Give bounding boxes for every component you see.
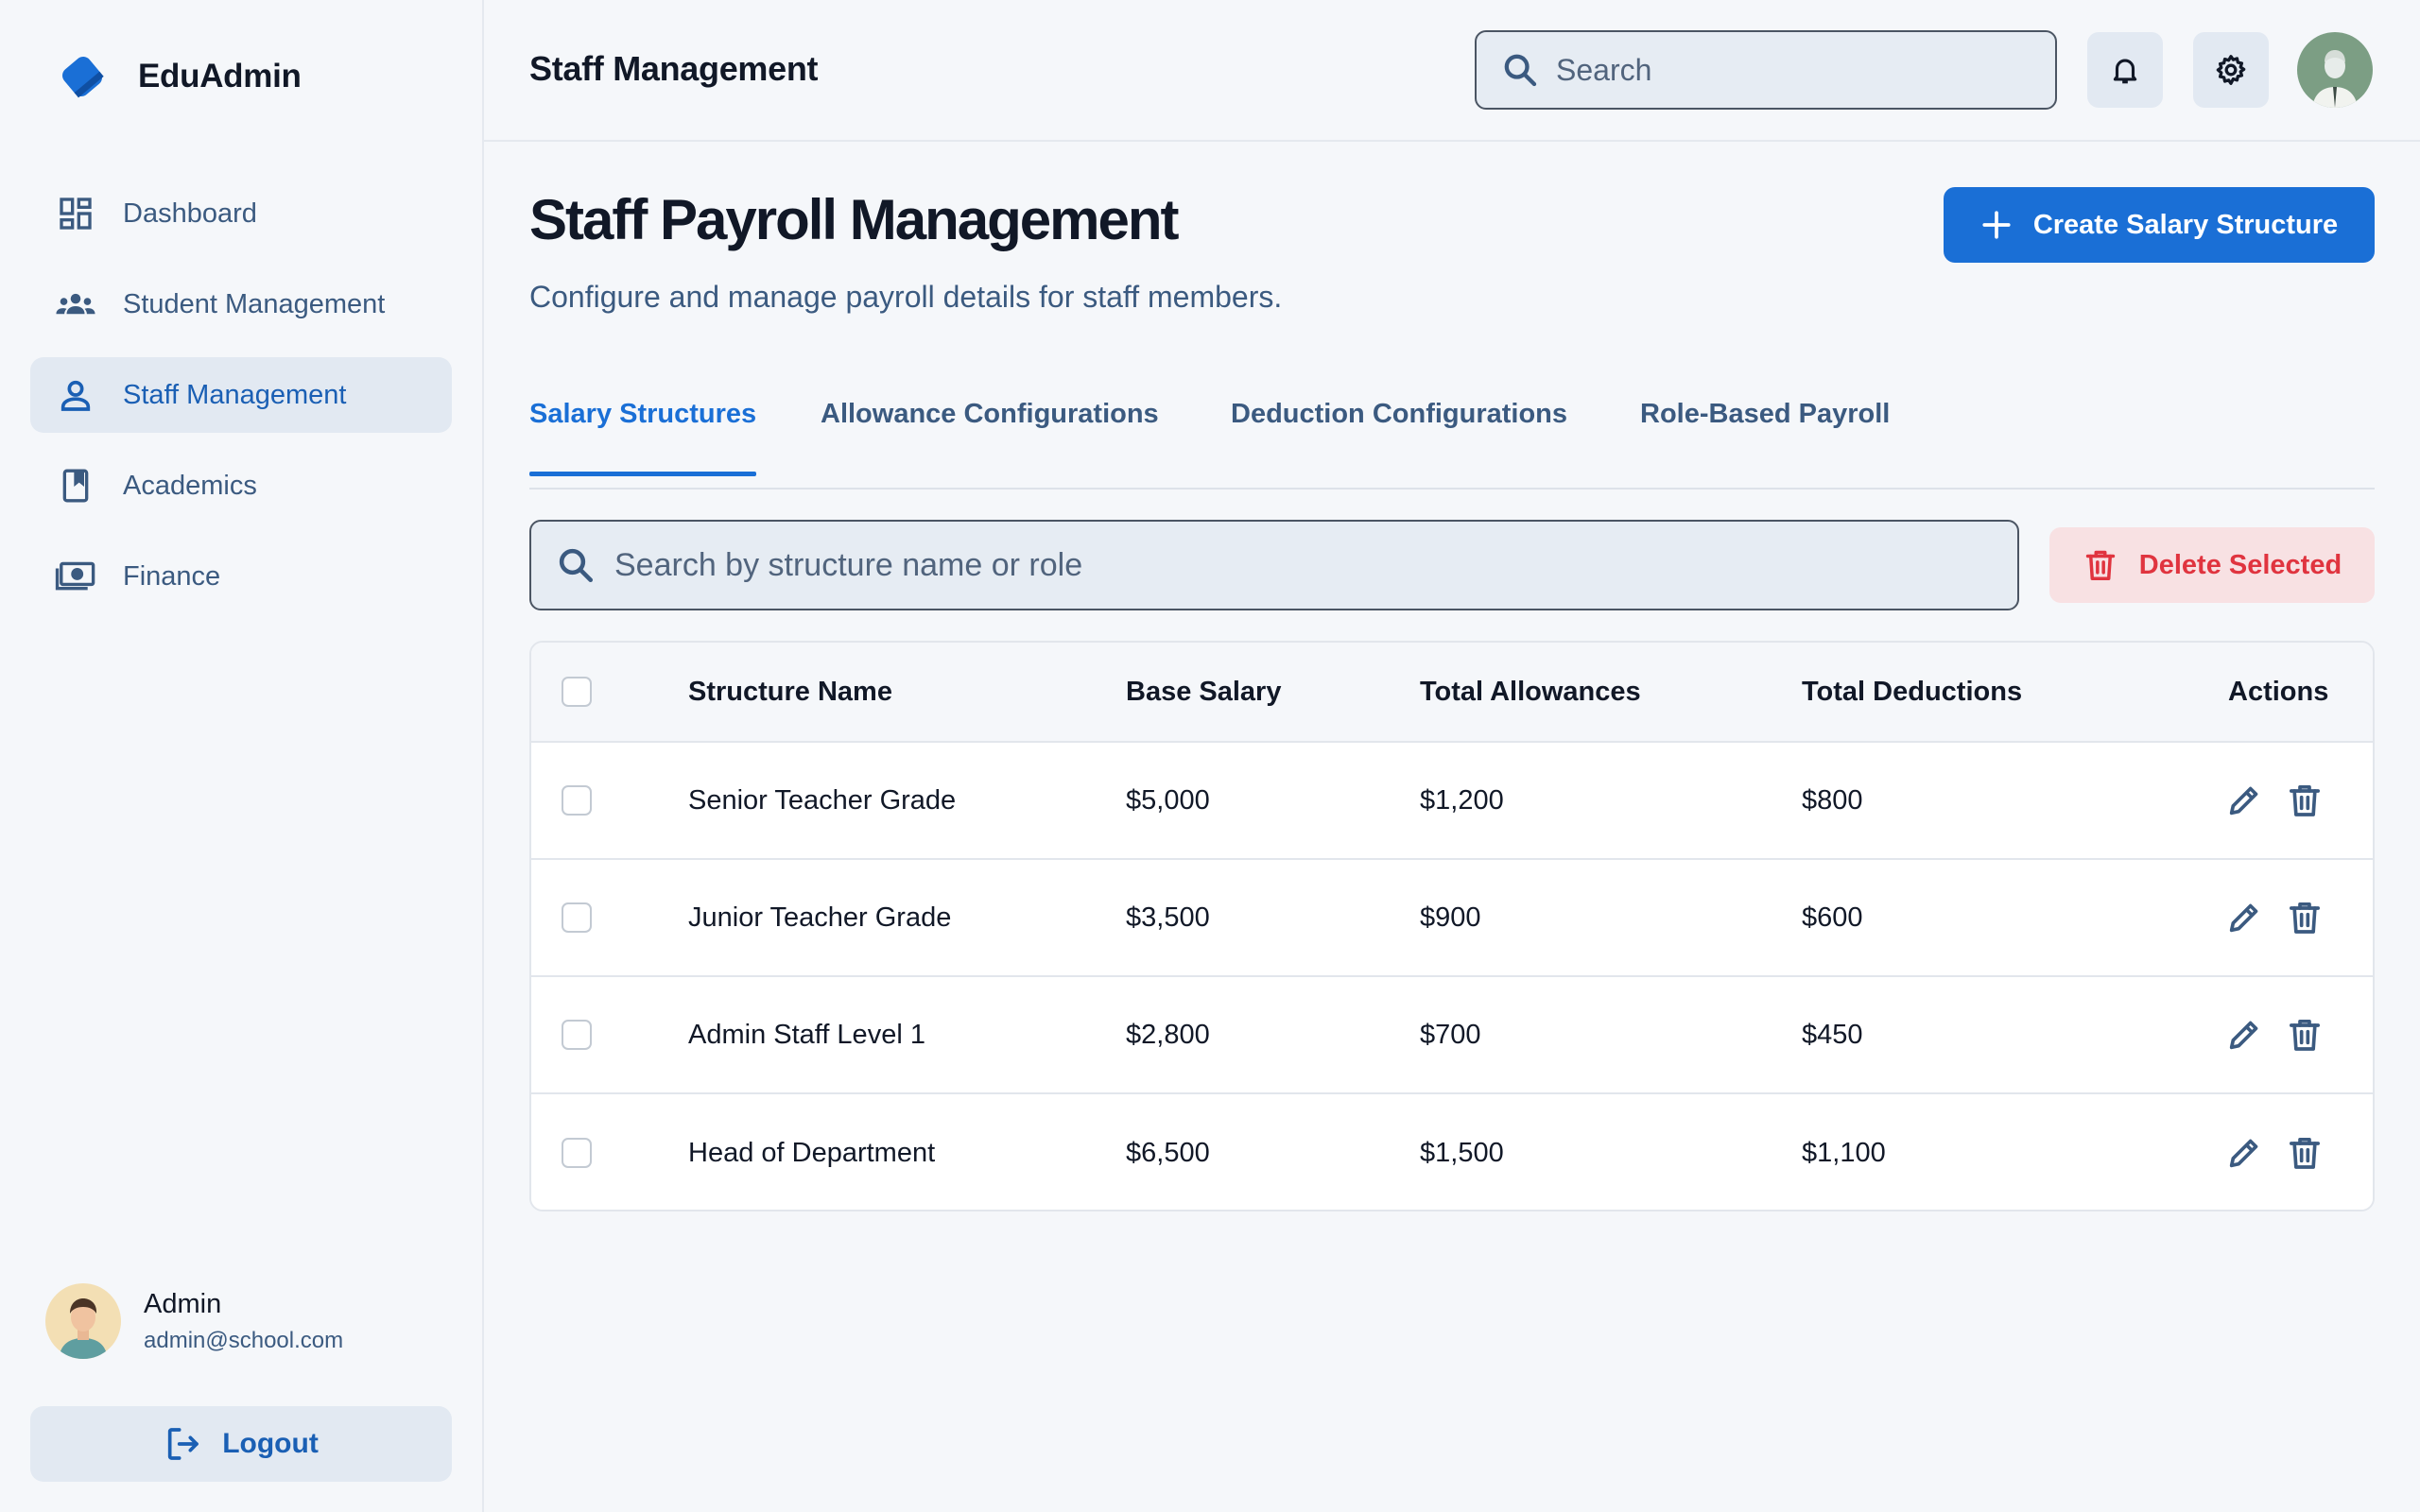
- bell-icon: [2113, 59, 2137, 84]
- table-header: Structure Name Base Salary Total Allowan…: [531, 643, 2373, 743]
- row-checkbox[interactable]: [562, 1138, 592, 1168]
- logout-icon: [168, 1428, 199, 1460]
- row-checkbox[interactable]: [562, 1020, 592, 1050]
- total-deductions-cell: $800: [1802, 784, 1863, 816]
- sidebar-item-student-management[interactable]: Student Management: [30, 266, 452, 342]
- group-icon: [55, 284, 96, 325]
- total-allowances-cell: $1,200: [1420, 784, 1504, 816]
- create-button-label: Create Salary Structure: [2032, 209, 2339, 240]
- table-row: Admin Staff Level 1 $2,800 $700 $450: [531, 977, 2373, 1094]
- notifications-button[interactable]: [2087, 32, 2163, 108]
- edit-icon[interactable]: [2223, 897, 2265, 938]
- search-icon: [559, 548, 594, 583]
- profile-avatar[interactable]: [2297, 32, 2373, 108]
- structure-name-cell: Head of Department: [688, 1137, 936, 1168]
- delete-selected-button[interactable]: Delete Selected: [2049, 527, 2375, 603]
- structure-name-cell: Senior Teacher Grade: [688, 784, 957, 816]
- total-allowances-cell: $1,500: [1420, 1137, 1504, 1168]
- header-title: Staff Management: [529, 49, 819, 88]
- tab-role-based-payroll[interactable]: Role-Based Payroll: [1640, 399, 1890, 476]
- search-input[interactable]: [1556, 52, 2048, 88]
- base-salary-cell: $2,800: [1126, 1019, 1210, 1050]
- column-header-total-allowances[interactable]: Total Allowances: [1420, 643, 1641, 741]
- sidebar-item-label: Staff Management: [123, 379, 347, 410]
- book-icon: [55, 465, 96, 507]
- brand[interactable]: EduAdmin: [53, 47, 302, 106]
- money-icon: [55, 556, 96, 597]
- sidebar-item-label: Student Management: [123, 288, 386, 319]
- delete-button-label: Delete Selected: [2138, 549, 2342, 580]
- gear-icon: [2216, 55, 2246, 85]
- user-card: Admin admin@school.com: [45, 1283, 343, 1359]
- structure-search-input[interactable]: [614, 546, 1995, 584]
- column-header-actions: Actions: [2228, 676, 2329, 707]
- total-deductions-cell: $1,100: [1802, 1137, 1886, 1168]
- settings-button[interactable]: [2193, 32, 2269, 108]
- edit-icon[interactable]: [2223, 780, 2265, 821]
- table-row: Junior Teacher Grade $3,500 $900 $600: [531, 860, 2373, 977]
- search-icon: [1504, 54, 1537, 87]
- column-header-base-salary[interactable]: Base Salary: [1126, 643, 1281, 741]
- trash-icon[interactable]: [2284, 780, 2325, 821]
- structure-search[interactable]: [529, 520, 2019, 610]
- logout-label: Logout: [222, 1428, 319, 1459]
- edit-icon[interactable]: [2223, 1132, 2265, 1174]
- table-row: Senior Teacher Grade $5,000 $1,200 $800: [531, 743, 2373, 860]
- select-all-checkbox[interactable]: [562, 677, 592, 707]
- dashboard-icon: [55, 193, 96, 234]
- brand-name: EduAdmin: [138, 58, 302, 94]
- sidebar-nav: Dashboard Student Management Staff Manag…: [30, 176, 452, 629]
- base-salary-cell: $6,500: [1126, 1137, 1210, 1168]
- sidebar-item-label: Finance: [123, 560, 221, 592]
- header-search[interactable]: [1475, 30, 2057, 110]
- sidebar-item-academics[interactable]: Academics: [30, 448, 452, 524]
- page-subtitle: Configure and manage payroll details for…: [529, 280, 1283, 314]
- trash-icon[interactable]: [2284, 1132, 2325, 1174]
- base-salary-cell: $5,000: [1126, 784, 1210, 816]
- column-header-structure-name[interactable]: Structure Name: [688, 643, 892, 741]
- trash-icon[interactable]: [2284, 1014, 2325, 1056]
- column-header-total-deductions[interactable]: Total Deductions: [1802, 643, 2022, 741]
- total-deductions-cell: $600: [1802, 902, 1863, 933]
- base-salary-cell: $3,500: [1126, 902, 1210, 933]
- trash-icon[interactable]: [2284, 897, 2325, 938]
- sidebar-item-dashboard[interactable]: Dashboard: [30, 176, 452, 251]
- person-icon: [55, 374, 96, 416]
- sidebar-item-label: Academics: [123, 470, 257, 501]
- row-checkbox[interactable]: [562, 785, 592, 816]
- row-checkbox[interactable]: [562, 902, 592, 933]
- page-title: Staff Payroll Management: [529, 188, 1180, 251]
- tab-deduction-configurations[interactable]: Deduction Configurations: [1231, 399, 1567, 476]
- eduadmin-logo-icon: [61, 56, 104, 98]
- structure-name-cell: Junior Teacher Grade: [688, 902, 952, 933]
- trash-icon: [2085, 550, 2115, 580]
- sidebar-item-staff-management[interactable]: Staff Management: [30, 357, 452, 433]
- logout-button[interactable]: Logout: [30, 1406, 452, 1482]
- create-salary-structure-button[interactable]: Create Salary Structure: [1944, 187, 2375, 263]
- salary-structures-table: Structure Name Base Salary Total Allowan…: [529, 641, 2375, 1211]
- sidebar: EduAdmin Dashboard Student Management St…: [0, 0, 484, 1512]
- total-allowances-cell: $900: [1420, 902, 1481, 933]
- tab-bar: Salary Structures Allowance Configuratio…: [529, 387, 2375, 490]
- sidebar-item-label: Dashboard: [123, 198, 257, 229]
- tab-allowance-configurations[interactable]: Allowance Configurations: [821, 399, 1159, 476]
- total-deductions-cell: $450: [1802, 1019, 1863, 1050]
- table-row: Head of Department $6,500 $1,500 $1,100: [531, 1094, 2373, 1210]
- sidebar-item-finance[interactable]: Finance: [30, 539, 452, 614]
- top-bar: Staff Management: [484, 0, 2420, 142]
- structure-name-cell: Admin Staff Level 1: [688, 1019, 925, 1050]
- edit-icon[interactable]: [2223, 1014, 2265, 1056]
- user-name: Admin: [144, 1288, 222, 1319]
- user-email: admin@school.com: [144, 1327, 344, 1353]
- plus-icon: [1982, 211, 2011, 239]
- tab-salary-structures[interactable]: Salary Structures: [529, 399, 757, 476]
- avatar: [45, 1283, 121, 1359]
- total-allowances-cell: $700: [1420, 1019, 1481, 1050]
